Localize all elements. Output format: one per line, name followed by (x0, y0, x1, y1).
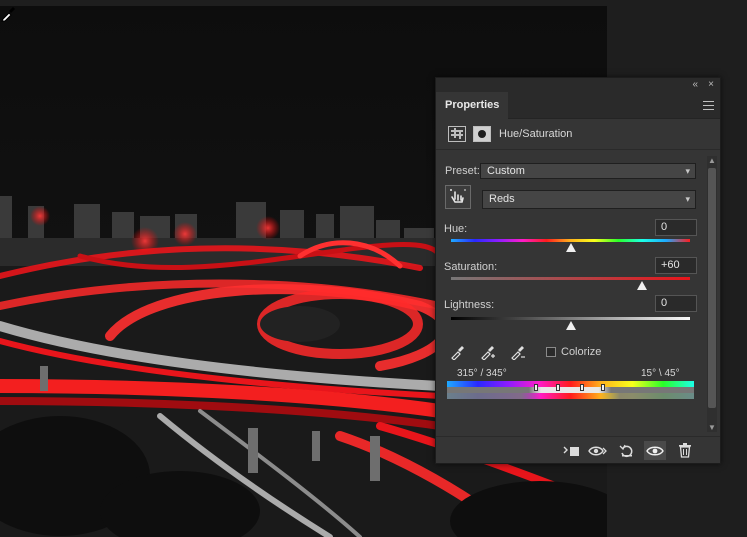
adjustment-title: Hue/Saturation (499, 128, 573, 140)
properties-panel: « × Properties Hue/Saturation ▲ ▼ Preset… (435, 77, 721, 464)
panel-menu-icon[interactable] (703, 101, 714, 110)
scrollbar-thumb[interactable] (708, 168, 716, 408)
channel-value: Reds (489, 193, 515, 205)
panel-footer (436, 436, 720, 463)
panel-topbar: « × (436, 78, 720, 92)
colorize-checkbox[interactable] (546, 347, 556, 357)
hue-slider-track[interactable] (451, 239, 690, 242)
range-handle-inner-left[interactable] (556, 384, 560, 391)
scroll-down-icon[interactable]: ▼ (708, 423, 716, 432)
close-panel-icon[interactable]: × (708, 79, 714, 91)
chevron-down-icon: ▾ (685, 194, 690, 204)
scroll-up-icon[interactable]: ▲ (708, 156, 716, 165)
range-right-degrees: 15° \ 45° (641, 368, 680, 379)
range-handle-outer-left[interactable] (534, 384, 538, 391)
range-handle-inner-right[interactable] (580, 384, 584, 391)
view-previous-state-icon[interactable] (587, 441, 609, 460)
adjustment-header: Hue/Saturation (436, 119, 720, 150)
range-left-degrees: 315° / 345° (457, 368, 507, 379)
preset-dropdown[interactable]: Custom ▾ (480, 163, 696, 179)
lightness-input[interactable]: 0 (655, 295, 697, 312)
lightness-slider-track[interactable] (451, 317, 690, 320)
add-to-sample-eyedropper-icon[interactable] (480, 344, 496, 360)
eyedropper-icon[interactable] (450, 344, 466, 360)
layer-mask-icon[interactable] (473, 126, 491, 142)
toggle-visibility-icon[interactable] (644, 441, 666, 460)
lightness-label: Lightness: (444, 299, 495, 311)
saturation-slider-thumb[interactable] (637, 281, 648, 290)
hue-input[interactable]: 0 (655, 219, 697, 236)
tab-properties[interactable]: Properties (436, 92, 509, 119)
preset-value: Custom (487, 165, 525, 177)
clip-to-layer-icon[interactable] (560, 441, 582, 460)
saturation-slider-track[interactable] (451, 277, 690, 280)
adjustment-layer-icon[interactable] (448, 126, 466, 142)
colorize-label: Colorize (561, 346, 602, 358)
collapse-panel-icon[interactable]: « (692, 79, 698, 91)
preset-label: Preset: (445, 165, 480, 177)
range-handle-outer-right[interactable] (601, 384, 605, 391)
eyedropper-cursor-icon (1, 7, 15, 22)
saturation-input[interactable]: +60 (655, 257, 697, 274)
panel-tab-row: Properties (436, 92, 720, 119)
output-hue-bar (447, 393, 694, 399)
delete-trash-icon[interactable] (674, 441, 696, 460)
hue-slider-thumb[interactable] (565, 243, 576, 252)
lightness-slider-thumb[interactable] (565, 321, 576, 330)
channel-dropdown[interactable]: Reds ▾ (482, 190, 696, 209)
panel-scrollbar[interactable]: ▲ ▼ (707, 156, 717, 432)
targeted-adjustment-hand-icon[interactable] (445, 185, 471, 209)
saturation-label: Saturation: (444, 261, 498, 273)
hue-label: Hue: (444, 223, 468, 235)
reset-icon[interactable] (616, 441, 638, 460)
subtract-from-sample-eyedropper-icon[interactable] (510, 344, 526, 360)
chevron-down-icon: ▾ (685, 166, 690, 176)
